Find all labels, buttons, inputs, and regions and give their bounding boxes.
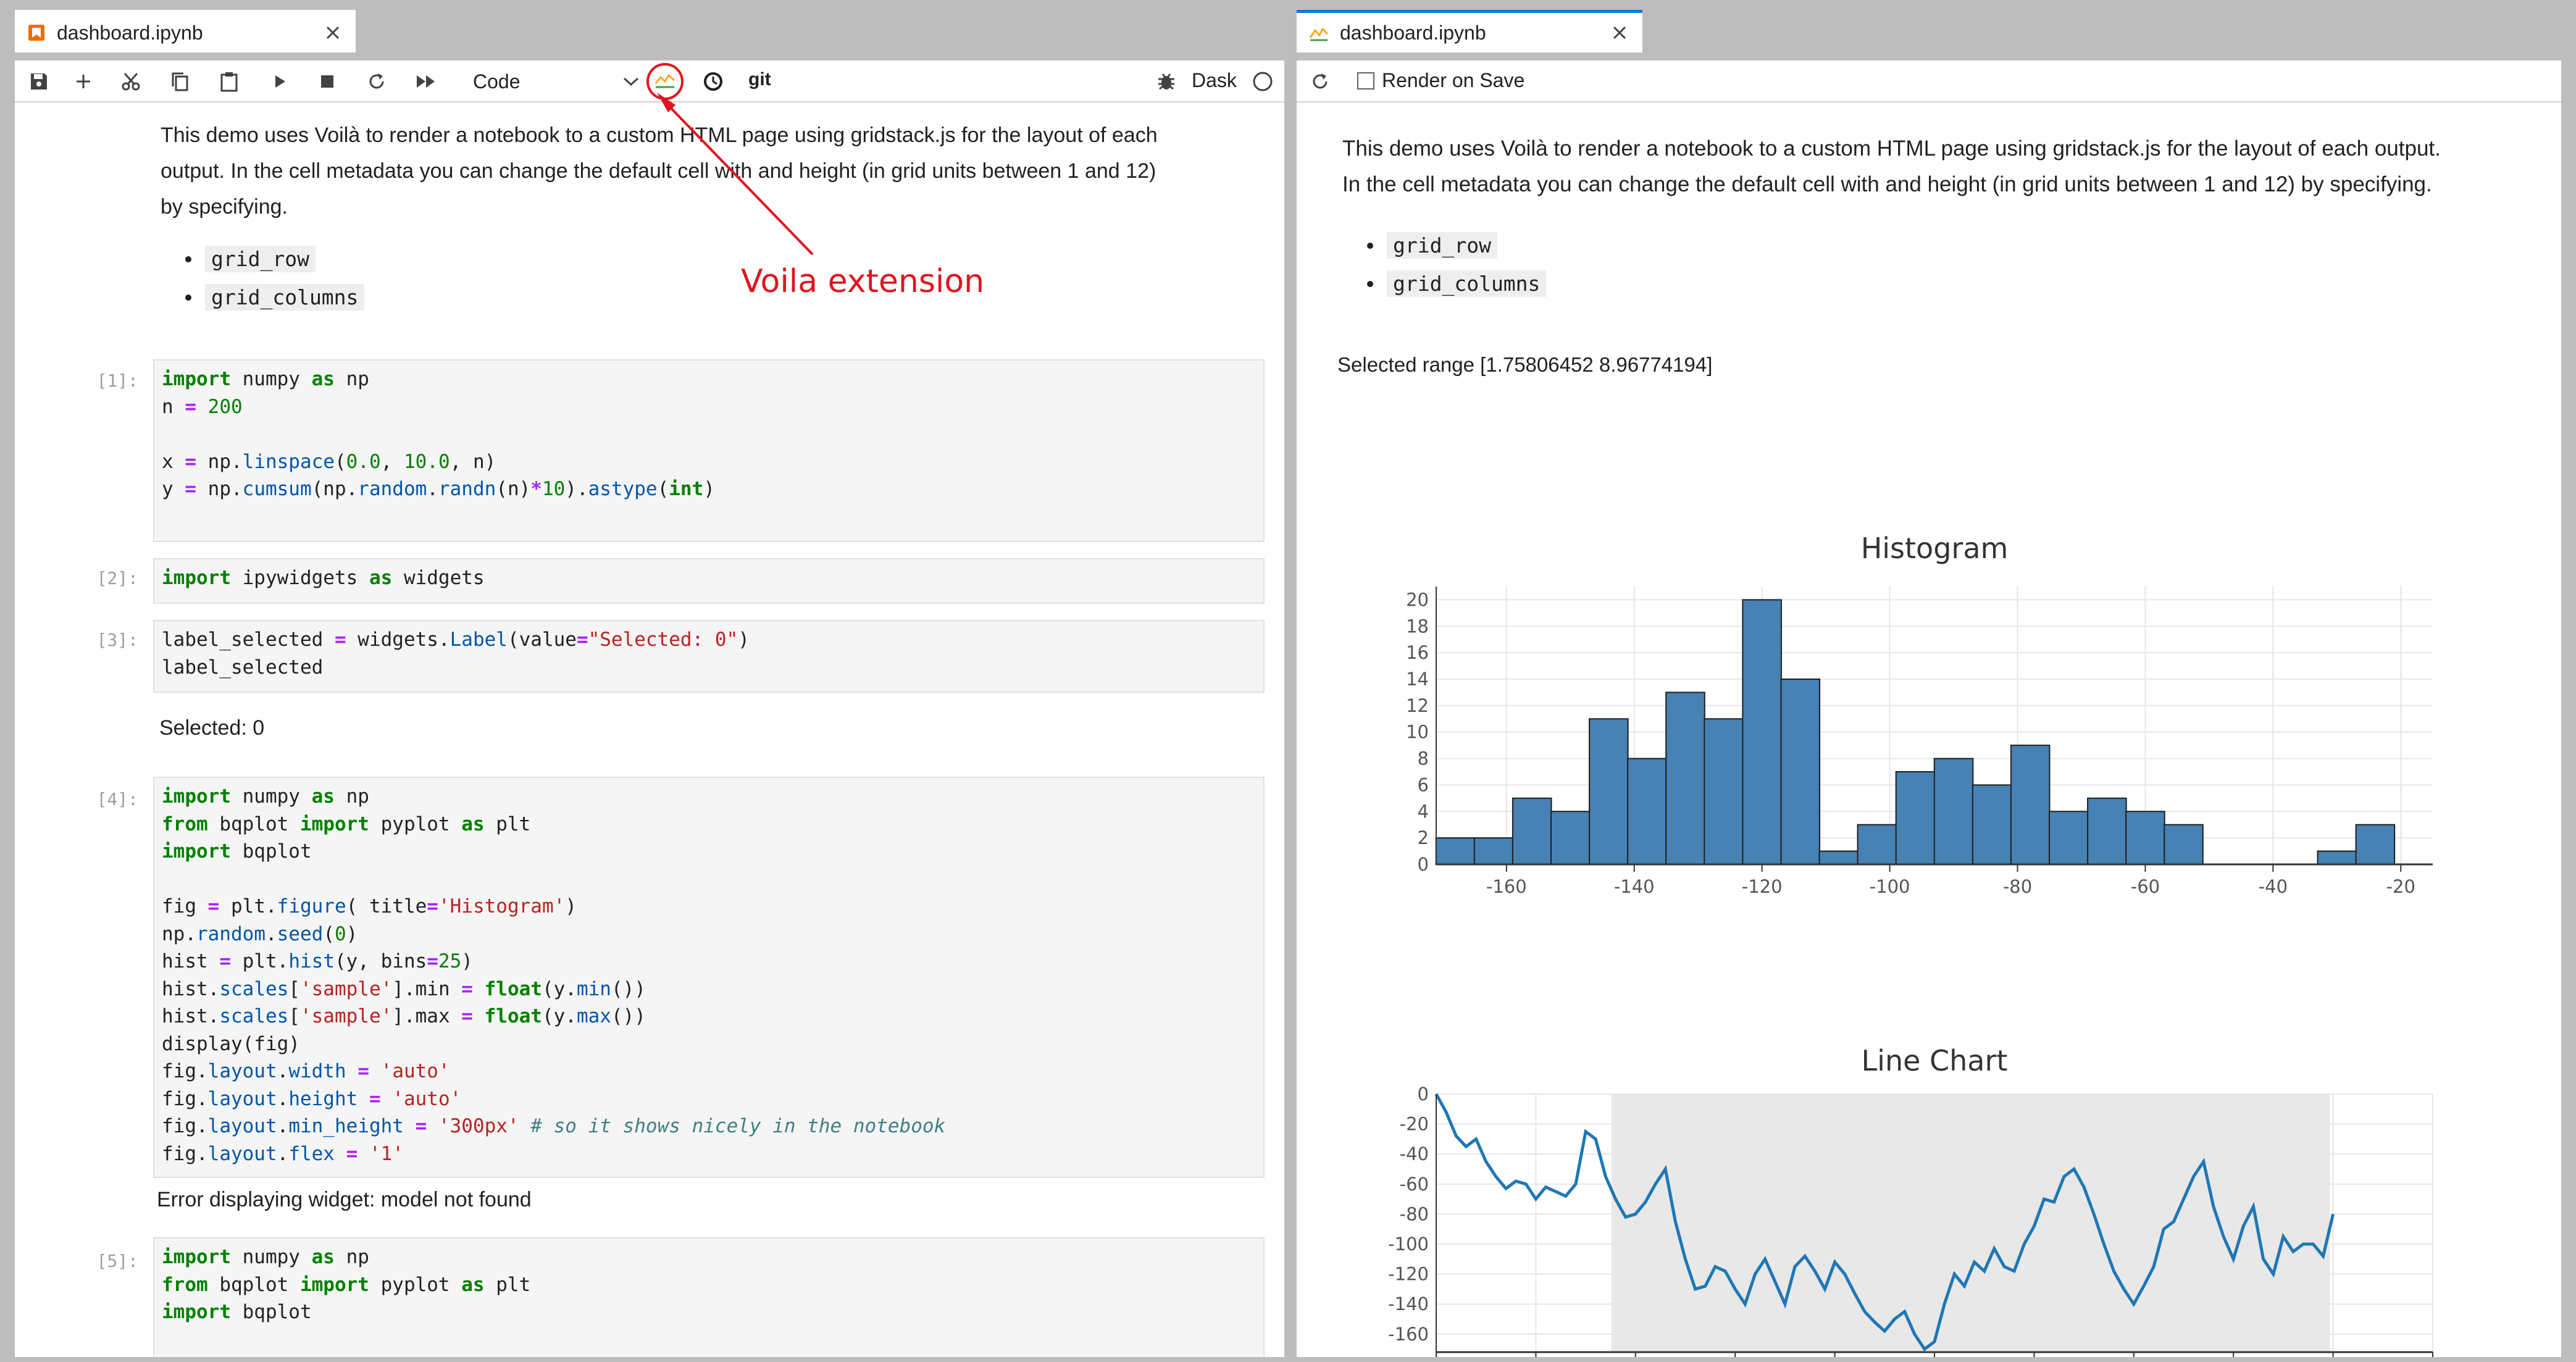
- refresh-icon[interactable]: [1310, 68, 1330, 95]
- histogram-bar: [2317, 850, 2357, 865]
- histogram-bar: [1780, 679, 1821, 865]
- histogram-bar: [1435, 837, 1476, 866]
- y-tick-label: 14: [1406, 669, 1429, 690]
- render-on-save-label: Render on Save: [1382, 69, 1525, 91]
- y-tick-label: -20: [1400, 1114, 1429, 1135]
- histogram-bar: [1972, 784, 2012, 866]
- list-item: grid_row: [1367, 232, 1497, 259]
- preview-markdown: This demo uses Voilà to render a noteboo…: [1342, 131, 2441, 203]
- x-tick-label: -120: [1742, 876, 1783, 897]
- y-tick-label: -40: [1400, 1143, 1429, 1164]
- histogram-bar: [1895, 771, 1936, 865]
- x-tick-label: -140: [1614, 876, 1655, 897]
- selection-brush: [1611, 1094, 2330, 1352]
- x-tick-label: -100: [1870, 876, 1910, 897]
- chart-title: Line Chart: [1862, 1044, 2008, 1077]
- render-on-save-toggle[interactable]: Render on Save: [1357, 69, 1524, 92]
- histogram-bar: [1550, 811, 1591, 865]
- histogram-bar: [1704, 718, 1744, 865]
- y-tick-label: 20: [1406, 589, 1429, 610]
- markdown-line: This demo uses Voilà to render a noteboo…: [1342, 136, 2441, 161]
- chart-title: Histogram: [1861, 532, 2009, 565]
- y-tick-label: 18: [1406, 616, 1429, 637]
- y-tick-label: -160: [1388, 1324, 1429, 1345]
- histogram-bar: [1589, 718, 1629, 865]
- y-tick-label: 12: [1406, 695, 1429, 716]
- y-tick-label: 4: [1418, 801, 1429, 822]
- y-tick-label: 2: [1418, 827, 1429, 848]
- y-tick-label: 10: [1406, 722, 1429, 743]
- inline-code: grid_columns: [1387, 270, 1547, 297]
- histogram-bar: [1857, 824, 1897, 866]
- y-tick-label: 8: [1418, 748, 1429, 769]
- y-tick-label: -60: [1400, 1174, 1429, 1195]
- histogram-bar: [2087, 797, 2127, 865]
- x-tick-label: -160: [1486, 876, 1527, 897]
- list-item: grid_columns: [1367, 270, 1547, 297]
- histogram-chart[interactable]: Histogram 0 2 4 6 8 10 12 14 16 18 20 -160 -140 -120 -1…: [1297, 456, 2561, 900]
- histogram-bar: [1665, 691, 1705, 865]
- x-tick-label: -60: [2131, 876, 2160, 897]
- preview-toolbar: Render on Save: [1297, 61, 2561, 102]
- histogram-bar: [1742, 599, 1782, 866]
- selected-range-label: Selected range [1.75806452 8.96774194]: [1337, 353, 1713, 376]
- y-tick-label: -100: [1388, 1234, 1429, 1255]
- voila-preview-panel: Render on Save This demo uses Voilà to r…: [1297, 61, 2561, 1357]
- line-chart[interactable]: Line Chart0-20-40-60-80-100-120-140-1600…: [1297, 968, 2561, 1357]
- markdown-line: In the cell metadata you can change the …: [1342, 172, 2432, 196]
- inline-code: grid_row: [1387, 232, 1497, 259]
- histogram-bar: [1818, 850, 1859, 865]
- annotation-label: Voila extension: [741, 263, 985, 300]
- y-tick-label: 0: [1418, 1084, 1429, 1105]
- y-tick-label: 0: [1418, 854, 1429, 875]
- y-tick-label: -80: [1400, 1203, 1429, 1224]
- histogram-bar: [2355, 824, 2396, 866]
- histogram-bar: [2125, 811, 2165, 865]
- histogram-bar: [1933, 758, 1974, 866]
- histogram-bar: [1627, 758, 1667, 866]
- x-tick-label: -20: [2386, 876, 2415, 897]
- histogram-bar: [2164, 824, 2204, 866]
- x-tick-label: -40: [2259, 876, 2288, 897]
- render-on-save-checkbox[interactable]: [1357, 72, 1374, 90]
- x-tick-label: -80: [2003, 876, 2032, 897]
- histogram-bar: [2010, 745, 2051, 865]
- histogram-bar: [1512, 797, 1552, 865]
- histogram-bar: [1473, 837, 1514, 866]
- y-tick-label: 16: [1406, 642, 1429, 663]
- y-tick-label: -140: [1388, 1293, 1429, 1314]
- y-tick-label: -120: [1388, 1264, 1429, 1285]
- bullet-icon: [1367, 280, 1373, 287]
- bullet-icon: [1367, 242, 1373, 249]
- histogram-bar: [2048, 811, 2089, 865]
- y-tick-label: 6: [1418, 774, 1429, 795]
